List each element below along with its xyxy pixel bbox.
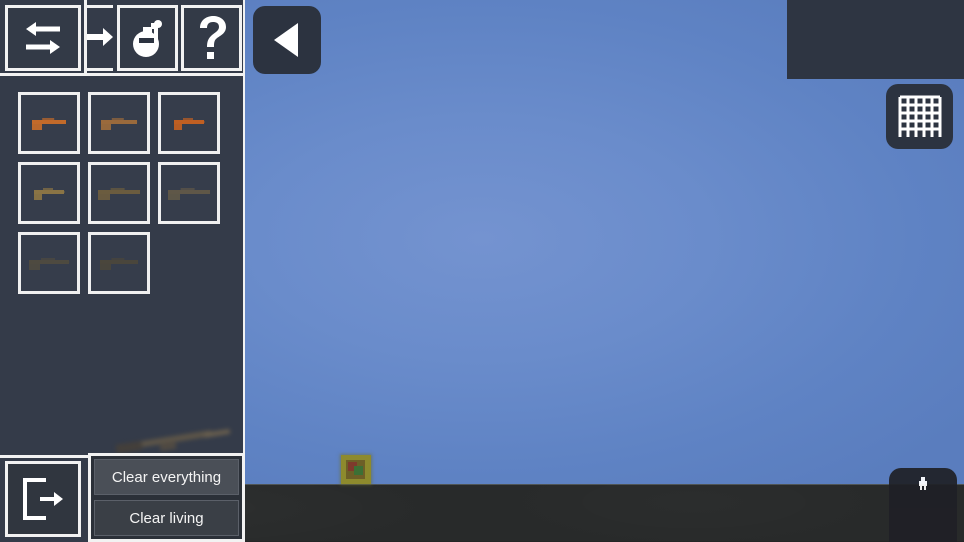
left-sidebar: Clear everything Clear living [0, 0, 245, 542]
clear-everything-button[interactable]: Clear everything [94, 459, 239, 495]
leave-level-button[interactable] [5, 461, 81, 537]
help-button[interactable] [181, 5, 242, 71]
weapon-slot-smg[interactable] [88, 92, 150, 154]
grid-toggle-button[interactable] [886, 84, 953, 149]
weapon-slot-machine-gun[interactable] [158, 162, 220, 224]
weapon-slot-launcher[interactable] [88, 232, 150, 294]
collapse-panel-button[interactable] [253, 6, 321, 74]
triangle-left-icon [270, 20, 304, 60]
grid-icon [897, 94, 943, 140]
weapon-sprite [168, 188, 210, 200]
weapon-slot-sniper[interactable] [18, 232, 80, 294]
weapon-slot-rifle[interactable] [18, 162, 80, 224]
toolbar-underline [0, 73, 245, 76]
person-icon [916, 477, 930, 499]
exit-door-icon [20, 477, 66, 521]
clear-living-button[interactable]: Clear living [94, 500, 239, 536]
weapon-sprite [32, 118, 66, 130]
weapon-sprite [101, 118, 138, 130]
grenade-icon [127, 16, 169, 60]
weapon-slot-pistol[interactable] [18, 92, 80, 154]
swap-arrows-icon [20, 20, 66, 56]
sidebar-toolbar [0, 0, 245, 76]
weapon-slot-assault-rifle[interactable] [88, 162, 150, 224]
toolbar-divider [84, 0, 87, 76]
weapon-grid [18, 92, 238, 302]
swap-button[interactable] [5, 5, 81, 71]
weapon-slot-shotgun[interactable] [158, 92, 220, 154]
crate-mark-green [354, 466, 363, 475]
arrow-right-icon [86, 23, 113, 53]
weapon-sprite [29, 258, 70, 270]
weapon-sprite [100, 258, 138, 270]
clear-buttons-panel: Clear everything Clear living [88, 453, 245, 542]
bottom-corner-button[interactable] [889, 468, 957, 542]
crate-object[interactable] [341, 455, 371, 484]
grenade-button[interactable] [117, 5, 178, 71]
exit-button[interactable] [86, 5, 113, 71]
playback-panel [787, 0, 964, 79]
game-screen: Clear everything Clear living [0, 0, 964, 542]
weapon-sprite [34, 188, 65, 200]
question-mark-icon [196, 15, 228, 61]
weapon-sprite [174, 118, 205, 130]
weapon-sprite [98, 188, 140, 200]
